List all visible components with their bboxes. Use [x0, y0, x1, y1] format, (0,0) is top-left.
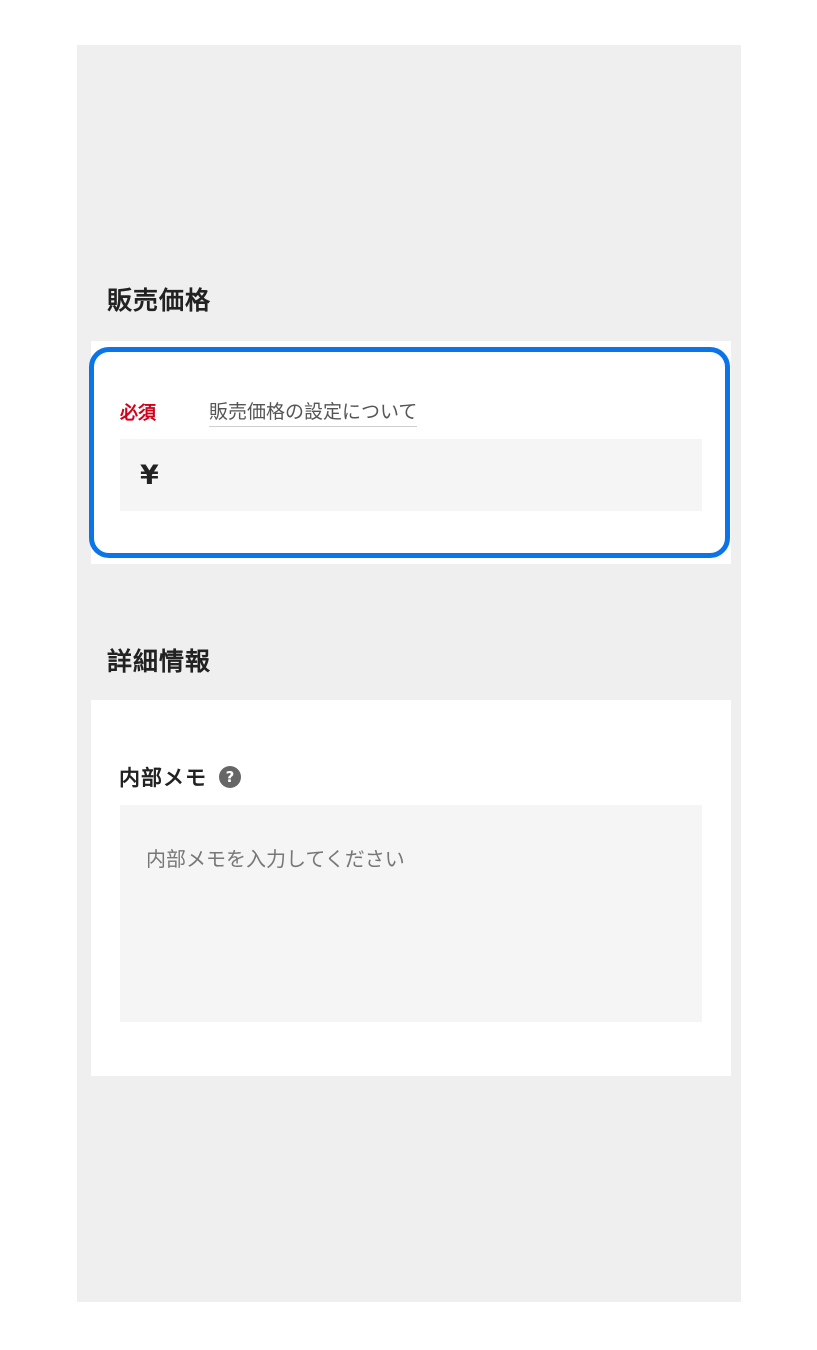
price-help-link[interactable]: 販売価格の設定について: [209, 397, 418, 427]
price-section-title: 販売価格: [107, 286, 212, 315]
price-input[interactable]: [166, 439, 702, 511]
required-badge: 必須: [120, 403, 156, 424]
price-input-container[interactable]: ¥: [120, 439, 702, 511]
detail-section-title: 詳細情報: [107, 647, 212, 676]
memo-label: 内部メモ: [119, 766, 207, 790]
yen-icon: ¥: [140, 459, 159, 491]
memo-label-row: 内部メモ ?: [119, 762, 241, 792]
memo-textarea[interactable]: [120, 805, 702, 1022]
question-circle-icon[interactable]: ?: [219, 766, 241, 788]
